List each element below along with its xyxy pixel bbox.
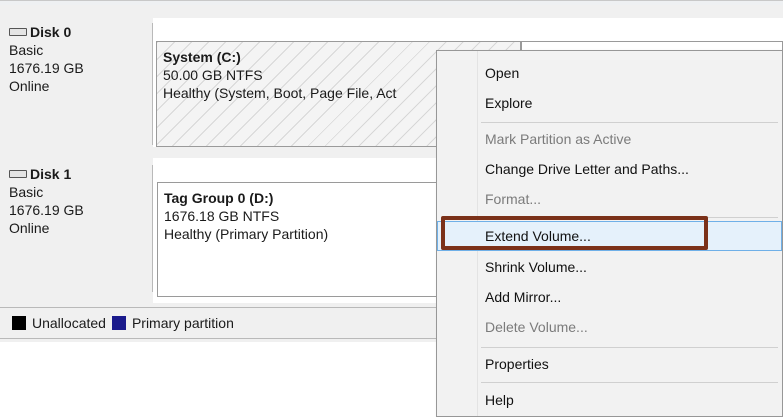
menu-properties[interactable]: Properties — [437, 349, 782, 379]
disk-1-type: Basic — [9, 184, 44, 200]
context-menu: Open Explore Mark Partition as Active Ch… — [436, 50, 783, 417]
menu-explore[interactable]: Explore — [437, 88, 782, 118]
disk-1-name: Disk 1 — [30, 166, 72, 182]
disk-1-info[interactable]: Disk 1 Basic 1676.19 GB Online — [9, 165, 153, 292]
menu-add-mirror[interactable]: Add Mirror... — [437, 282, 782, 312]
legend-primary-label: Primary partition — [131, 315, 234, 331]
menu-separator — [481, 217, 778, 218]
unallocated-swatch — [12, 316, 26, 330]
menu-open[interactable]: Open — [437, 58, 782, 88]
disk-1-status: Online — [9, 220, 50, 236]
menu-mark-active[interactable]: Mark Partition as Active — [437, 124, 782, 154]
disk-0-name: Disk 0 — [30, 24, 72, 40]
disk-0-size: 1676.19 GB — [9, 60, 84, 76]
disk-0-info[interactable]: Disk 0 Basic 1676.19 GB Online — [9, 23, 153, 145]
menu-separator — [481, 382, 778, 383]
menu-shrink-volume[interactable]: Shrink Volume... — [437, 252, 782, 282]
disk-0-type: Basic — [9, 42, 44, 58]
disk-1-size: 1676.19 GB — [9, 202, 84, 218]
menu-delete-volume[interactable]: Delete Volume... — [437, 312, 782, 342]
disk-icon — [9, 170, 27, 178]
legend-unallocated: Unallocated — [12, 315, 106, 331]
menu-separator — [481, 347, 778, 348]
menu-format[interactable]: Format... — [437, 184, 782, 214]
primary-swatch — [111, 316, 126, 330]
menu-help[interactable]: Help — [437, 385, 782, 415]
disk-icon — [9, 28, 27, 36]
menu-separator — [481, 122, 778, 123]
legend-unallocated-label: Unallocated — [32, 315, 106, 331]
menu-extend-volume[interactable]: Extend Volume... — [437, 221, 782, 251]
menu-change-letter[interactable]: Change Drive Letter and Paths... — [437, 154, 782, 184]
disk-0-status: Online — [9, 78, 50, 94]
legend-primary: Primary partition — [111, 315, 234, 331]
